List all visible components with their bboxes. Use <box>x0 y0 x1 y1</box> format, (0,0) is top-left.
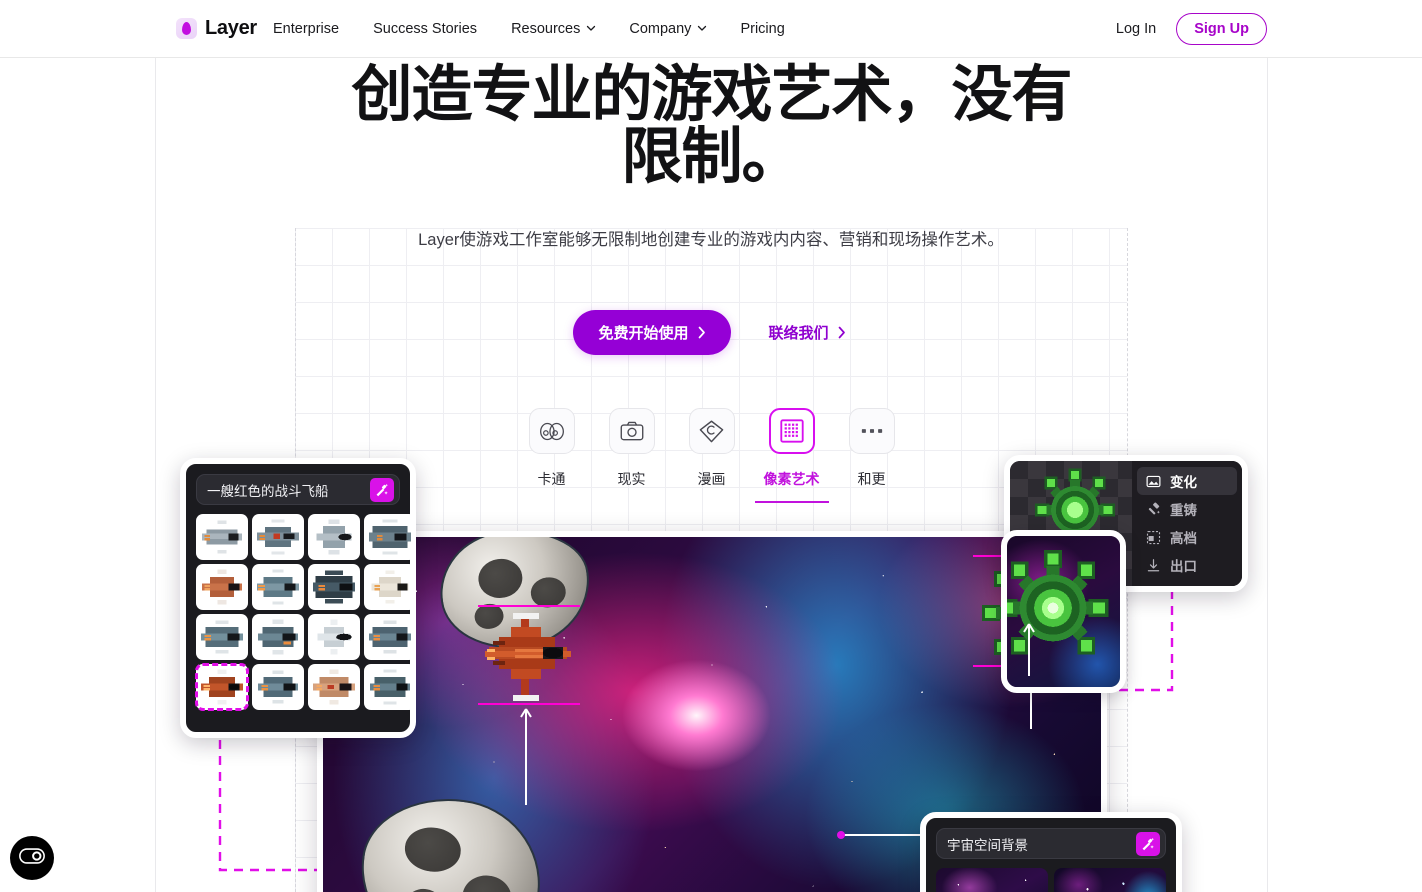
preview-leader-line <box>1023 623 1035 676</box>
pixel-grid-icon <box>768 408 815 454</box>
red-fighter-ship-sprite[interactable] <box>483 609 575 705</box>
sprite-thumb-12-selected[interactable] <box>195 663 249 711</box>
camera-icon <box>608 408 655 454</box>
top-navbar: Layer Enterprise Success Stories Resourc… <box>0 0 1422 58</box>
sprite-thumb-0[interactable] <box>196 514 248 560</box>
background-thumb-0[interactable] <box>936 868 1048 892</box>
magic-wand-icon[interactable] <box>1136 831 1160 856</box>
ellipsis-icon <box>848 408 895 454</box>
primary-nav: Enterprise Success Stories Resources Com… <box>273 21 802 37</box>
menu-label: 变化 <box>1170 475 1197 490</box>
background-generator-panel: 宇宙空间背景 <box>920 812 1182 892</box>
navbar-actions: Log In Sign Up <box>1116 12 1267 45</box>
selection-edge <box>478 605 580 607</box>
contact-us-button[interactable]: 联络我们 <box>765 318 850 347</box>
nav-label: Enterprise <box>273 20 340 37</box>
tab-label: 漫画 <box>697 471 726 487</box>
tab-label: 现实 <box>617 471 646 487</box>
hero-title-line-1: 创造专业的游戏艺术，没有 <box>351 60 1072 128</box>
sprite-thumb-11[interactable] <box>364 614 416 660</box>
tab-pixel-art[interactable]: 像素艺术 <box>752 408 832 503</box>
background-thumb-1[interactable] <box>1054 868 1166 892</box>
accessibility-toggle-icon <box>19 847 45 869</box>
upscale-icon <box>1145 529 1161 545</box>
prompt-input-bar[interactable]: 一艘红色的战斗飞船 <box>196 474 400 505</box>
sprite-thumb-7[interactable] <box>364 564 416 610</box>
tab-more[interactable]: 和更 <box>832 408 912 503</box>
menu-label: 重铸 <box>1170 503 1197 518</box>
sprite-thumb-14[interactable] <box>308 664 360 710</box>
menu-item-upscale[interactable]: 高档 <box>1137 523 1237 551</box>
page-root: Layer Enterprise Success Stories Resourc… <box>0 0 1422 892</box>
hammer-icon <box>1145 501 1161 517</box>
signup-button[interactable]: Sign Up <box>1176 12 1267 45</box>
magic-wand-icon[interactable] <box>370 477 394 502</box>
image-variations-icon <box>1145 473 1161 489</box>
chevron-down-icon <box>697 23 707 32</box>
start-free-button[interactable]: 免费开始使用 <box>573 310 731 355</box>
hero-subtitle: Layer使游戏工作室能够无限制地创建专业的游戏内内容、营销和现场操作艺术。 <box>418 231 1004 249</box>
start-free-label: 免费开始使用 <box>598 325 689 342</box>
background-prompt-bar[interactable]: 宇宙空间背景 <box>936 828 1166 859</box>
nav-label: Company <box>629 20 692 37</box>
tab-label: 卡通 <box>537 471 566 487</box>
menu-label: 出口 <box>1170 559 1197 574</box>
selection-edge <box>478 703 580 705</box>
hero-title-line-2: 限制。 <box>621 122 802 191</box>
sprite-thumb-10[interactable] <box>308 614 360 660</box>
tab-comic[interactable]: 漫画 <box>672 408 752 503</box>
sprite-thumb-1[interactable] <box>252 514 304 560</box>
context-menu: 变化 重铸 高档 出口 <box>1132 461 1242 586</box>
nav-item-resources[interactable]: Resources <box>494 21 612 37</box>
menu-item-export[interactable]: 出口 <box>1137 551 1237 579</box>
sprite-thumb-5[interactable] <box>252 564 304 610</box>
accessibility-widget-button[interactable] <box>10 836 54 880</box>
menu-item-variations[interactable]: 变化 <box>1137 467 1237 495</box>
hero-cta-row: 免费开始使用 联络我们 <box>156 310 1267 355</box>
menu-label: 高档 <box>1170 531 1197 546</box>
login-link[interactable]: Log In <box>1116 21 1156 37</box>
brand-name: Layer <box>205 17 257 39</box>
chevron-right-icon <box>698 326 706 339</box>
brand-logo-link[interactable]: Layer <box>176 17 257 40</box>
nav-label: Success Stories <box>373 20 478 37</box>
sprite-thumb-4[interactable] <box>196 564 248 610</box>
chevron-down-icon <box>586 23 596 32</box>
tab-cartoon[interactable]: 卡通 <box>512 408 592 503</box>
sprite-thumb-3[interactable] <box>364 514 416 560</box>
nav-label: Pricing <box>740 20 785 37</box>
nav-item-company[interactable]: Company <box>612 21 723 37</box>
sprite-results-grid <box>194 514 416 711</box>
tab-label: 像素艺术 <box>763 471 820 487</box>
sprite-thumb-15[interactable] <box>364 664 416 710</box>
droplet-icon <box>176 18 197 39</box>
sprite-thumb-6[interactable] <box>308 564 360 610</box>
download-icon <box>1145 557 1161 573</box>
nav-item-pricing[interactable]: Pricing <box>723 21 801 37</box>
prompt-input[interactable]: 一艘红色的战斗飞船 <box>207 480 364 500</box>
sprite-thumb-8[interactable] <box>196 614 248 660</box>
page-title: 创造专业的游戏艺术，没有 限制。 <box>156 58 1267 187</box>
cartoon-eyes-icon <box>528 408 575 454</box>
gem-icon <box>688 408 735 454</box>
sprite-generator-panel: 一艘红色的战斗飞船 <box>180 458 416 738</box>
sprite-thumb-2[interactable] <box>308 514 360 560</box>
nav-item-enterprise[interactable]: Enterprise <box>273 21 356 37</box>
page-right-rule <box>1267 58 1268 892</box>
menu-item-recast[interactable]: 重铸 <box>1137 495 1237 523</box>
sprite-thumb-9[interactable] <box>252 614 304 660</box>
nav-item-success-stories[interactable]: Success Stories <box>356 21 494 37</box>
alien-preview-card[interactable] <box>1001 530 1126 693</box>
background-prompt-input[interactable]: 宇宙空间背景 <box>947 834 1130 854</box>
tab-realistic[interactable]: 现实 <box>592 408 672 503</box>
contact-us-label: 联络我们 <box>768 325 829 342</box>
chevron-right-icon <box>838 326 846 339</box>
sprite-thumb-13[interactable] <box>252 664 304 710</box>
background-results-grid <box>934 868 1168 892</box>
tab-label: 和更 <box>857 471 886 487</box>
nav-label: Resources <box>511 20 581 37</box>
